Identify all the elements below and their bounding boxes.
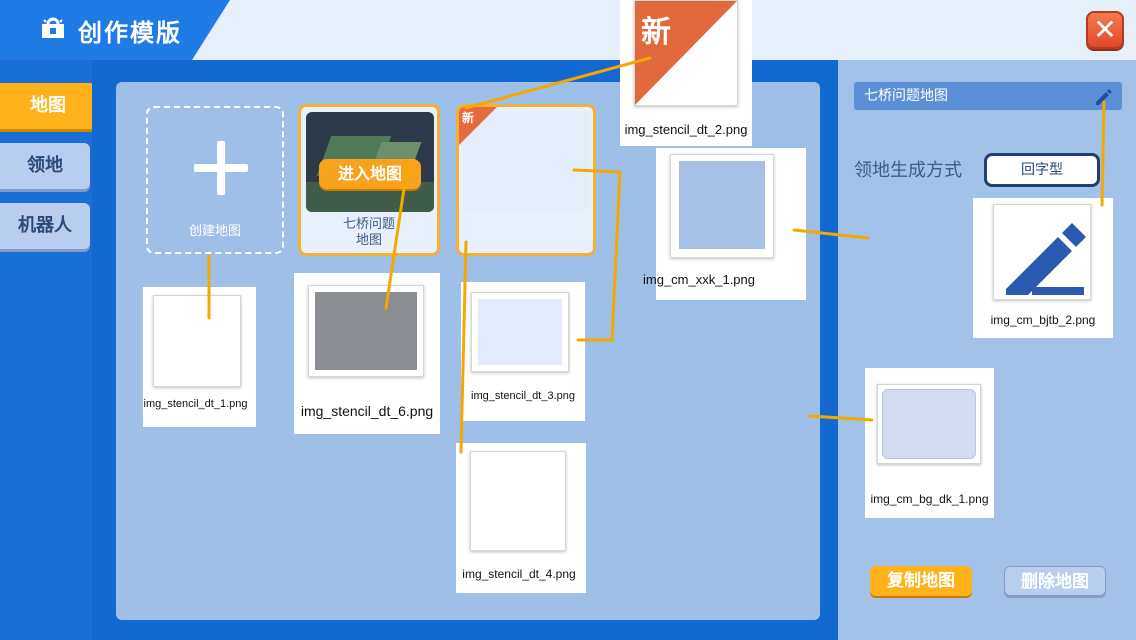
asset-caption: img_stencil_dt_2.png bbox=[624, 122, 748, 137]
asset-preview bbox=[877, 384, 981, 464]
asset-preview bbox=[670, 154, 774, 258]
copy-map-button[interactable]: 复制地图 bbox=[870, 566, 972, 596]
create-map-label: 创建地图 bbox=[188, 224, 241, 239]
asset-swatch bbox=[882, 389, 976, 459]
asset-swatch bbox=[315, 292, 417, 370]
map-name: 七桥问题 地图 bbox=[301, 217, 437, 249]
generation-method-select[interactable]: 回字型 bbox=[984, 153, 1100, 187]
asset-img-stencil-dt-2: 新 img_stencil_dt_2.png bbox=[620, 0, 752, 146]
sidebar-item-territory[interactable]: 领地 bbox=[0, 143, 90, 189]
new-badge-text: 新 bbox=[462, 111, 475, 125]
asset-caption: img_stencil_dt_1.png bbox=[143, 398, 248, 410]
close-icon: ✕ bbox=[1093, 13, 1117, 46]
asset-swatch bbox=[679, 161, 765, 249]
map-name-field[interactable]: 七桥问题地图 bbox=[854, 82, 1122, 110]
asset-preview: 新 bbox=[634, 0, 738, 106]
asset-caption: img_stencil_dt_4.png bbox=[462, 567, 576, 581]
asset-preview bbox=[308, 285, 424, 377]
asset-caption: img_cm_xxk_1.png bbox=[643, 272, 755, 287]
generation-method-label: 领地生成方式 bbox=[854, 160, 962, 181]
close-button[interactable]: ✕ bbox=[1086, 11, 1124, 49]
create-map-card[interactable]: 创建地图 bbox=[146, 106, 284, 254]
pencil-icon-large bbox=[1006, 223, 1086, 295]
asset-img-cm-bjtb-2: img_cm_bjtb_2.png bbox=[973, 198, 1113, 338]
asset-caption: img_cm_bg_dk_1.png bbox=[870, 492, 989, 506]
asset-preview bbox=[153, 295, 241, 387]
asset-caption: img_stencil_dt_3.png bbox=[471, 390, 575, 402]
lightbulb-icon bbox=[42, 17, 64, 38]
map-name-line2: 地图 bbox=[355, 233, 382, 248]
asset-img-stencil-dt-3: img_stencil_dt_3.png bbox=[461, 282, 585, 421]
new-map-card[interactable]: 新 bbox=[456, 104, 596, 256]
asset-swatch bbox=[478, 299, 562, 365]
asset-caption: img_cm_bjtb_2.png bbox=[990, 313, 1096, 327]
asset-img-stencil-dt-6: img_stencil_dt_6.png bbox=[294, 273, 440, 434]
map-name-line1: 七桥问题 bbox=[342, 217, 395, 232]
asset-img-stencil-dt-4: img_stencil_dt_4.png bbox=[456, 443, 586, 593]
asset-preview bbox=[470, 451, 566, 551]
plus-icon-vertical bbox=[217, 141, 225, 195]
asset-caption: img_stencil_dt_6.png bbox=[300, 403, 434, 419]
new-map-thumbnail bbox=[463, 111, 589, 211]
map-card[interactable]: 进入地图 七桥问题 地图 bbox=[298, 104, 440, 256]
asset-img-stencil-dt-1: img_stencil_dt_1.png bbox=[143, 287, 256, 427]
map-detail-panel bbox=[838, 60, 1136, 640]
enter-map-button[interactable]: 进入地图 bbox=[319, 159, 421, 189]
pencil-icon[interactable] bbox=[1092, 86, 1114, 106]
sidebar: 地图 领地 机器人 bbox=[0, 60, 96, 640]
delete-map-button[interactable]: 删除地图 bbox=[1004, 566, 1106, 596]
asset-img-cm-xxk-1: img_cm_xxk_1.png bbox=[643, 148, 806, 300]
asset-img-cm-bg-dk-1: img_cm_bg_dk_1.png bbox=[865, 368, 994, 518]
asset-badge-text: 新 bbox=[641, 15, 671, 50]
page-title: 创作模版 bbox=[78, 19, 182, 47]
asset-preview bbox=[471, 292, 569, 372]
sidebar-item-map[interactable]: 地图 bbox=[0, 83, 96, 129]
asset-preview bbox=[993, 204, 1091, 300]
sidebar-item-robot[interactable]: 机器人 bbox=[0, 203, 90, 249]
